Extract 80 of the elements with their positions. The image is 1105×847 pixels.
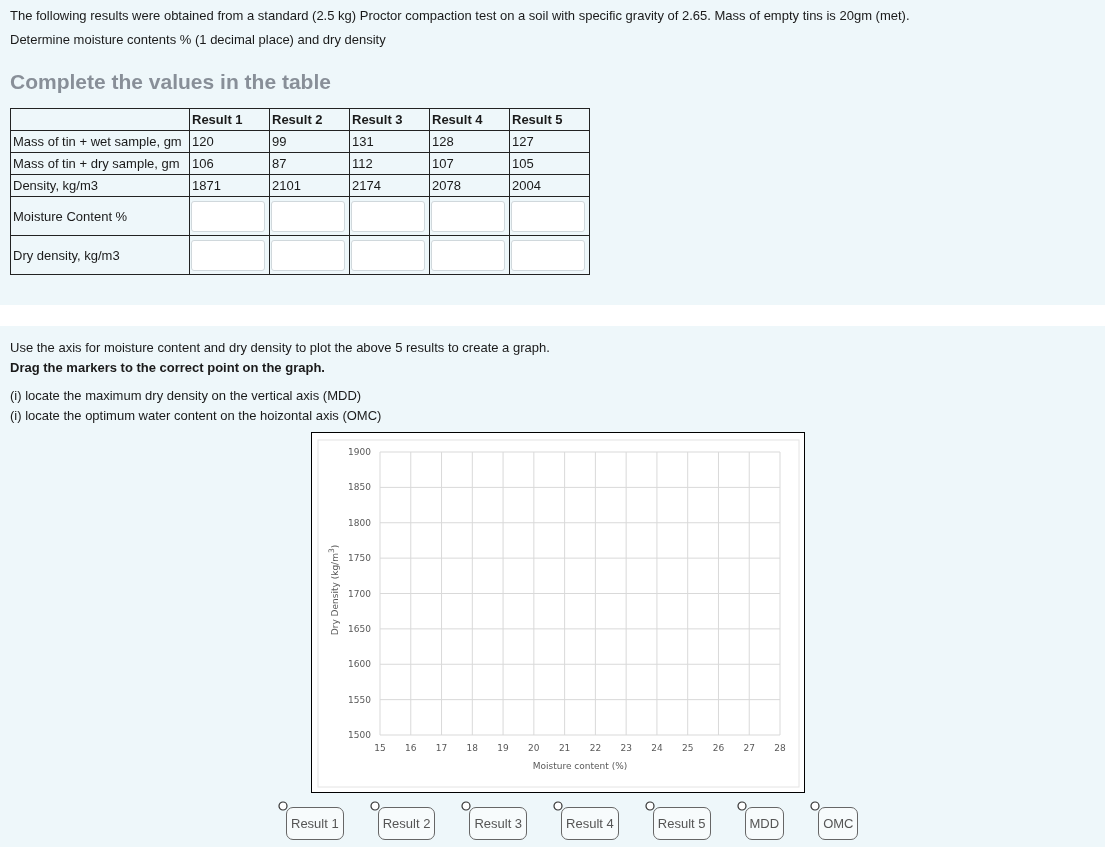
input-field[interactable] — [271, 239, 345, 271]
step-text: (i) locate the optimum water content on the hoizontal axis (OMC) — [10, 408, 383, 424]
row-label: Mass of tin + dry sample, gm — [10, 152, 190, 175]
x-tick-label: 28 — [774, 743, 786, 753]
table-cell: 2101 — [269, 174, 350, 197]
marker-button[interactable]: OMC — [818, 807, 859, 840]
row-label: Dry density, kg/m3 — [10, 235, 190, 275]
y-tick-label: 1800 — [348, 517, 371, 528]
instruction-text: Drag the markers to the correct point on the graph. — [10, 360, 326, 376]
column-header: Result 2 — [269, 108, 350, 131]
x-tick-label: 23 — [620, 743, 632, 753]
input-field[interactable] — [191, 200, 265, 232]
marker-button[interactable]: Result 4 — [561, 807, 619, 840]
drag-handle-icon[interactable] — [461, 801, 472, 811]
input-field[interactable] — [511, 200, 585, 232]
x-tick-label: 20 — [528, 743, 540, 753]
drag-handle-icon[interactable] — [644, 801, 655, 811]
column-header: Result 5 — [509, 108, 590, 131]
column-header: Result 1 — [189, 108, 270, 131]
marker-button[interactable]: MDD — [744, 807, 785, 840]
y-tick-label: 1750 — [348, 553, 371, 564]
x-tick-label: 27 — [743, 743, 755, 753]
input-field[interactable] — [351, 239, 425, 271]
table-cell: 106 — [189, 152, 270, 175]
input-field[interactable] — [431, 200, 505, 232]
input-field[interactable] — [351, 200, 425, 232]
x-tick-label: 22 — [589, 743, 602, 753]
table-cell: 128 — [429, 130, 510, 153]
column-header: Result 3 — [349, 108, 430, 131]
marker-button[interactable]: Result 5 — [652, 807, 711, 840]
y-tick-label: 1850 — [348, 482, 371, 493]
x-tick-label: 17 — [435, 743, 448, 753]
table-cell: 131 — [349, 130, 430, 153]
y-tick-label: 1700 — [348, 588, 371, 599]
row-label: Mass of tin + wet sample, gm — [10, 130, 190, 153]
row-label: Density, kg/m3 — [10, 174, 190, 197]
x-tick-label: 21 — [558, 743, 571, 753]
table-cell: 120 — [189, 130, 270, 153]
intro-text: The following results were obtained from a standard (2.5 kg) Proctor compaction test on a soil with specific gravity of 2.65. Mass of empty tins is 20gm (met). — [10, 8, 911, 24]
x-tick-label: 24 — [651, 743, 663, 753]
drag-handle-icon[interactable] — [736, 801, 747, 811]
input-field[interactable] — [191, 239, 265, 271]
x-tick-label: 16 — [405, 743, 417, 753]
x-tick-label: 19 — [497, 743, 509, 753]
table-cell: 2174 — [349, 174, 430, 197]
input-field[interactable] — [271, 200, 345, 232]
table-cell: 99 — [269, 130, 350, 153]
intro-text: Determine moisture contents % (1 decimal place) and dry density — [10, 32, 387, 48]
input-field[interactable] — [511, 239, 585, 271]
instruction-text: Use the axis for moisture content and dry density to plot the above 5 results to create a graph. — [10, 340, 551, 356]
table-cell: 112 — [349, 152, 430, 175]
column-header: Result 4 — [429, 108, 510, 131]
drag-handle-icon[interactable] — [369, 801, 380, 811]
table-cell: 105 — [509, 152, 590, 175]
y-tick-label: 1600 — [348, 659, 371, 670]
step-text: (i) locate the maximum dry density on the vertical axis (MDD) — [10, 388, 363, 404]
y-tick-label: 1650 — [348, 623, 371, 634]
table-cell: 1871 — [189, 174, 270, 197]
table-cell: 127 — [509, 130, 590, 153]
drag-handle-icon[interactable] — [278, 801, 288, 811]
marker-button[interactable]: Result 2 — [377, 807, 436, 840]
drag-handle-icon[interactable] — [810, 801, 821, 811]
y-tick-label: 1900 — [348, 447, 371, 457]
x-tick-label: 15 — [374, 743, 386, 753]
y-tick-label: 1550 — [348, 694, 371, 705]
marker-button[interactable]: Result 1 — [286, 807, 344, 840]
input-field[interactable] — [431, 239, 505, 271]
x-tick-label: 26 — [712, 743, 725, 753]
x-tick-label: 25 — [681, 743, 694, 753]
table-cell: 87 — [269, 152, 350, 175]
table-cell: 2078 — [429, 174, 510, 197]
x-tick-label: 18 — [466, 743, 479, 753]
table-cell: 107 — [429, 152, 510, 175]
drag-handle-icon[interactable] — [553, 801, 564, 811]
y-tick-label: 1500 — [348, 730, 371, 740]
x-axis-title: Moisture content (%) — [532, 761, 628, 771]
table-cell: 2004 — [509, 174, 590, 197]
section-heading: Complete the values in the table — [10, 70, 332, 94]
row-label: Moisture Content % — [10, 196, 190, 236]
marker-button[interactable]: Result 3 — [469, 807, 528, 840]
